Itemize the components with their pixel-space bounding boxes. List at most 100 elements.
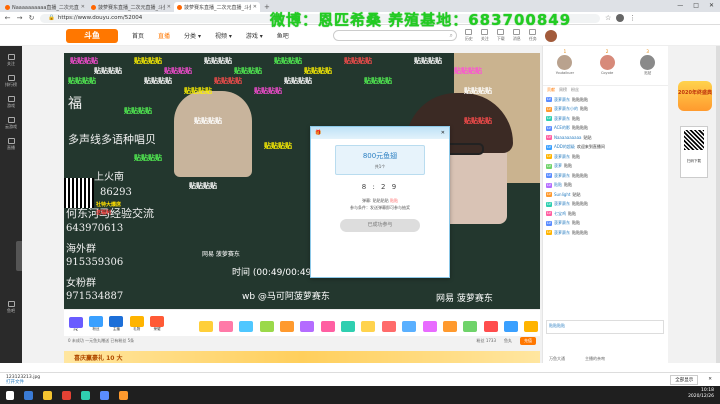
recharge-button[interactable]: 充值: [520, 337, 536, 345]
user-avatar[interactable]: [544, 29, 557, 42]
chat-list[interactable]: LV 菠萝赛东 贴贴贴贴 LV 菠萝赛东小的 贴贴 LV 菠萝赛东 贴贴 LV ACE的影 贴贴…: [543, 94, 668, 239]
fans-icon[interactable]: 粉丝: [87, 314, 104, 332]
app-icon[interactable]: [81, 390, 90, 400]
sidebar-item-fishbar[interactable]: 鱼吧: [0, 301, 22, 314]
maximize-button[interactable]: □: [693, 0, 699, 11]
show-all-button[interactable]: 全部显示: [670, 374, 699, 385]
douyu-favicon-icon: [91, 4, 96, 10]
gift-item-icon[interactable]: [258, 314, 275, 332]
download-item[interactable]: 123123213.jpg 打开文件: [6, 375, 40, 385]
honor-icon[interactable]: 荣耀: [148, 314, 165, 332]
sidebar-item-cloud-game[interactable]: 云游戏: [0, 117, 22, 130]
follow-icon[interactable]: 关注: [479, 29, 491, 42]
chat-bottom-tab[interactable]: 主播的亲吻: [585, 356, 605, 362]
nav-home[interactable]: 首页: [132, 31, 144, 40]
danmu-item: 贴贴贴贴: [194, 117, 222, 125]
gift-item-icon[interactable]: [523, 314, 540, 332]
gift-item-icon[interactable]: [421, 314, 438, 332]
search-icon[interactable]: ⌕: [449, 32, 452, 40]
task-icon[interactable]: 任务: [527, 29, 539, 42]
chat-bottom-tab[interactable]: 万鱼大通: [549, 356, 565, 362]
tab-week[interactable]: 周榜: [559, 87, 567, 93]
gift-item-icon[interactable]: [238, 314, 255, 332]
tab-fans[interactable]: 粉丝: [571, 87, 579, 93]
popup-close-icon[interactable]: ✕: [441, 130, 445, 136]
sidebar-item-live[interactable]: 直播: [0, 138, 22, 151]
nav-fishbar[interactable]: 鱼吧: [277, 31, 289, 40]
gift-box-icon[interactable]: 礼物: [128, 314, 145, 332]
search-input[interactable]: ⌕: [332, 30, 457, 41]
gift-item-icon[interactable]: [339, 314, 356, 332]
gift-item-icon[interactable]: [360, 314, 377, 332]
year-end-ad[interactable]: 2020年终盛典: [678, 81, 712, 111]
reload-icon[interactable]: ↻: [28, 14, 35, 22]
douyu-logo[interactable]: 斗鱼: [66, 28, 118, 43]
edge-icon[interactable]: [24, 390, 33, 400]
app-qr-panel[interactable]: 扫码下载: [680, 126, 708, 178]
menu-dots-icon[interactable]: ⋮: [629, 14, 636, 22]
back-arrow-icon[interactable]: ←: [4, 14, 11, 22]
gift-item-icon[interactable]: [299, 314, 316, 332]
balance-label: 鱼丸: [504, 338, 512, 343]
gift-item-icon[interactable]: [197, 314, 214, 332]
system-clock[interactable]: 10:18 2020/12/26: [688, 388, 714, 400]
file-explorer-icon[interactable]: [43, 390, 52, 400]
promo-banner[interactable]: 喜庆赢豪礼 10 大: [64, 351, 540, 363]
fish-icon: [7, 301, 15, 307]
sidebar-item-follow[interactable]: 关注: [0, 54, 22, 67]
windows-start-icon[interactable]: [6, 390, 14, 400]
rank-item[interactable]: 1 Youtaikuer: [556, 49, 574, 75]
danmu-item: 贴贴贴贴: [204, 57, 232, 65]
gift-item-icon[interactable]: [462, 314, 479, 332]
rank-item[interactable]: 2 Coyote: [599, 49, 615, 75]
gift-item-icon[interactable]: [319, 314, 336, 332]
sidebar-item-rank[interactable]: 排行榜: [0, 75, 22, 88]
forward-arrow-icon[interactable]: →: [16, 14, 23, 22]
host-icon[interactable]: 主播: [108, 314, 125, 332]
gift-item-icon[interactable]: [502, 314, 519, 332]
browser-tab[interactable]: Naaaaaaaaaa直播_二次元直... ✕: [2, 2, 88, 12]
app-icon[interactable]: [119, 390, 128, 400]
chrome-icon[interactable]: [62, 390, 71, 400]
right-ad-column: 2020年终盛典 扫码下载: [668, 46, 720, 363]
tab-title: Naaaaaaaaaa直播_二次元直...: [12, 4, 79, 11]
app-icon[interactable]: [100, 390, 109, 400]
chat-input[interactable]: 贴贴贴贴: [546, 320, 664, 334]
close-window-button[interactable]: ✕: [709, 0, 714, 11]
pk-icon[interactable]: PK: [67, 314, 84, 332]
profile-avatar[interactable]: [616, 14, 625, 22]
gift-item-icon[interactable]: [400, 314, 417, 332]
nav-category[interactable]: 分类 ▾: [184, 31, 201, 40]
qr-name: 送福利: [96, 210, 112, 216]
video-player[interactable]: 福 多声线多语种唱贝 上火南 86293 何东河马经验交流 643970613 …: [64, 53, 540, 309]
new-tab-button[interactable]: +: [264, 3, 270, 11]
gift-item-icon[interactable]: [278, 314, 295, 332]
gift-item-icon[interactable]: [217, 314, 234, 332]
nav-game[interactable]: 游戏 ▾: [246, 31, 263, 40]
bookmark-star-icon[interactable]: ☆: [605, 14, 611, 22]
prize-card: 800元鱼翅 共1个: [335, 145, 425, 175]
nav-video[interactable]: 视频 ▾: [215, 31, 232, 40]
message-icon[interactable]: 消息: [511, 29, 523, 42]
page-scrollbar[interactable]: [716, 46, 720, 363]
minimize-button[interactable]: —: [677, 0, 683, 11]
tab-contribution[interactable]: 贡献: [547, 87, 555, 93]
tab-close-icon[interactable]: ✕: [253, 4, 257, 10]
close-download-bar-icon[interactable]: ✕: [708, 377, 712, 382]
gift-item-icon[interactable]: [380, 314, 397, 332]
browser-tab-active[interactable]: 菠萝赛东直播_二次元直播_斗鱼...✕: [174, 2, 260, 12]
sidebar-item-game[interactable]: 游戏: [0, 96, 22, 109]
nav-live[interactable]: 直播: [158, 31, 170, 40]
rank-icon: [7, 75, 15, 81]
danmu-item: 贴贴贴贴: [284, 77, 312, 85]
browser-tab[interactable]: 菠萝赛东直播_二次元直播_斗鱼...✕: [88, 2, 174, 12]
history-icon[interactable]: 历史: [463, 29, 475, 42]
rank-item[interactable]: 3 贴贴: [640, 49, 656, 76]
chat-message: LV 菠萝赛东 贴贴: [546, 220, 580, 226]
gift-item-icon[interactable]: [441, 314, 458, 332]
tab-close-icon[interactable]: ✕: [81, 4, 85, 10]
participate-button[interactable]: 已成功参与: [340, 219, 420, 232]
tab-close-icon[interactable]: ✕: [167, 4, 171, 10]
gift-item-icon[interactable]: [482, 314, 499, 332]
download-icon[interactable]: 下载: [495, 29, 507, 42]
